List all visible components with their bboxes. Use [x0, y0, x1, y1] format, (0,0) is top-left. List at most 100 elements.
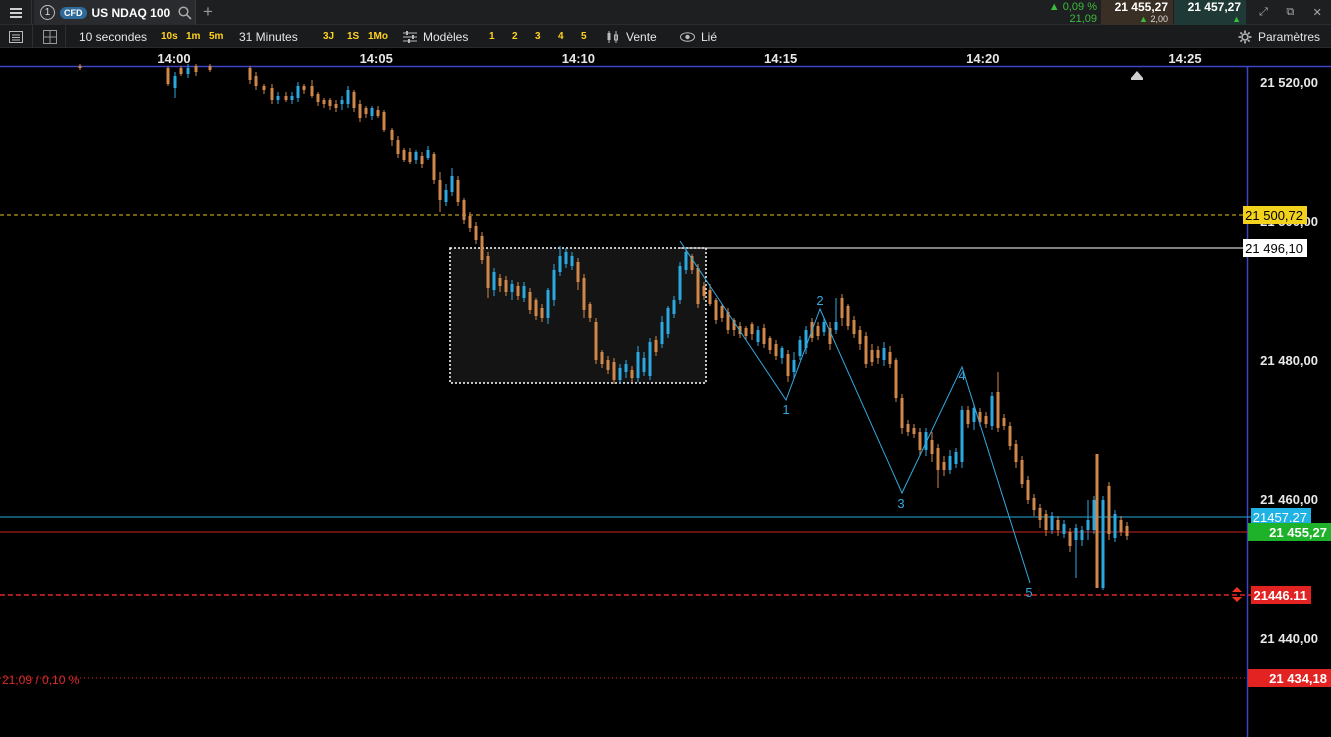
settings-button[interactable]: Paramètres	[1238, 25, 1320, 48]
close-icon[interactable]: ✕	[1313, 6, 1322, 19]
interval-select[interactable]: 10 secondes	[79, 25, 147, 48]
candle-body	[444, 190, 448, 202]
candle-body	[822, 322, 826, 332]
price-level-label: 21446.11	[1253, 588, 1307, 603]
candle-body	[540, 308, 544, 318]
candle-body	[408, 152, 412, 162]
add-tab-icon[interactable]: +	[203, 2, 213, 22]
candle-body	[750, 324, 754, 334]
time-tick-label: 14:00	[157, 51, 190, 66]
candle-body	[302, 86, 306, 90]
candle-body	[642, 358, 646, 372]
wave-labels: 1 2 3 4 5	[782, 293, 1032, 600]
range-3j-button[interactable]: 3J	[323, 25, 334, 48]
chart-canvas[interactable]: 14:00 14:05 14:10 14:15 14:20 14:25 21 520,00…	[0, 48, 1331, 737]
candle-body	[358, 104, 362, 118]
candle-body	[768, 338, 772, 350]
candle-body	[426, 150, 430, 158]
candle-body	[936, 448, 940, 470]
candle-body	[666, 308, 670, 334]
price-level-label: 21457.27	[1253, 510, 1307, 525]
buy-price: 21 457,27	[1187, 0, 1241, 14]
grid-icon	[42, 29, 57, 44]
candle-body	[1092, 500, 1096, 530]
candle-body	[786, 354, 790, 376]
layout-grid-button[interactable]	[34, 25, 66, 48]
layout-5-button[interactable]: 5	[581, 25, 587, 48]
wave-label: 1	[782, 402, 789, 417]
interval-10s-button[interactable]: 10s	[161, 25, 178, 48]
candle-body	[316, 94, 320, 102]
tab-number: 1	[40, 5, 55, 20]
detach-icon[interactable]: ⧉	[1286, 6, 1294, 19]
candle-body	[606, 360, 610, 370]
candle-body	[370, 108, 374, 116]
maximize-tabs-icon[interactable]: ⤢	[1259, 6, 1268, 19]
candle-body	[708, 290, 712, 304]
candle-body	[816, 326, 820, 336]
models-button[interactable]: Modèles	[403, 25, 468, 48]
time-axis: 14:00 14:05 14:10 14:15 14:20 14:25	[157, 51, 1201, 66]
candle-body	[1080, 530, 1084, 540]
interval-5m-button[interactable]: 5m	[209, 25, 223, 48]
range-1s-button[interactable]: 1S	[347, 25, 359, 48]
search-icon[interactable]	[178, 5, 192, 20]
candle-body	[166, 68, 170, 84]
linked-button[interactable]: Lié	[680, 25, 717, 48]
candle-body	[942, 462, 946, 470]
candle-body	[834, 322, 838, 330]
candle-body	[996, 392, 1000, 428]
bottom-left-label: 21,09 / 0,10 %	[2, 673, 80, 687]
layout-3-button[interactable]: 3	[535, 25, 541, 48]
candle-body	[1038, 508, 1042, 520]
candle-body	[1056, 520, 1060, 530]
range-1mo-button[interactable]: 1Mo	[368, 25, 388, 48]
candle-body	[396, 140, 400, 154]
candle-body	[792, 360, 796, 372]
candle-body	[1044, 514, 1048, 530]
buy-quote[interactable]: 21 457,27 ▲	[1174, 0, 1246, 25]
candle-body	[696, 268, 700, 304]
layout-1-button[interactable]: 1	[489, 25, 495, 48]
instrument-tab[interactable]: 1 CFD US NDAQ 100	[34, 0, 196, 25]
candle-body	[1119, 520, 1123, 532]
models-label: Modèles	[423, 29, 469, 44]
candle-body	[594, 322, 598, 360]
range-select[interactable]: 31 Minutes	[239, 25, 298, 48]
wave-label: 5	[1025, 585, 1032, 600]
candle-body	[618, 368, 622, 380]
candle-body	[648, 342, 652, 376]
price-chart[interactable]: 14:00 14:05 14:10 14:15 14:20 14:25 21 520,00…	[0, 48, 1331, 737]
candle-body	[173, 76, 177, 88]
sliders-icon	[403, 30, 417, 43]
candle-body	[870, 350, 874, 362]
candle-body	[480, 236, 484, 260]
layout-4-button[interactable]: 4	[558, 25, 564, 48]
main-menu-button[interactable]	[0, 0, 32, 25]
candle-body	[208, 66, 212, 70]
time-tick-label: 14:15	[764, 51, 797, 66]
candle-body	[346, 90, 350, 104]
layout-2-button[interactable]: 2	[512, 25, 518, 48]
candle-body	[984, 416, 988, 424]
candle-body	[382, 112, 386, 130]
sell-quote[interactable]: 21 455,27 ▲ 2,00	[1101, 0, 1173, 25]
interval-1m-button[interactable]: 1m	[186, 25, 200, 48]
candle-body	[960, 410, 964, 462]
candle-body	[194, 66, 198, 72]
candle-body	[702, 286, 706, 296]
candle-body	[882, 348, 886, 360]
change-percent: ▲ 0,09 %	[1048, 0, 1097, 13]
settings-label: Paramètres	[1258, 29, 1321, 44]
candle-body	[528, 292, 532, 310]
candle-body	[390, 130, 394, 140]
home-marker-icon[interactable]	[1131, 71, 1143, 78]
list-view-button[interactable]	[0, 25, 33, 48]
candle-body	[714, 300, 718, 320]
candle-body	[774, 344, 778, 356]
cfd-badge: CFD	[60, 6, 87, 19]
candle-body	[296, 86, 300, 98]
window-controls: ⤢ ⧉ ✕	[1250, 0, 1331, 25]
candle-body	[864, 336, 868, 364]
sell-mode-button[interactable]: Vente	[606, 25, 657, 48]
